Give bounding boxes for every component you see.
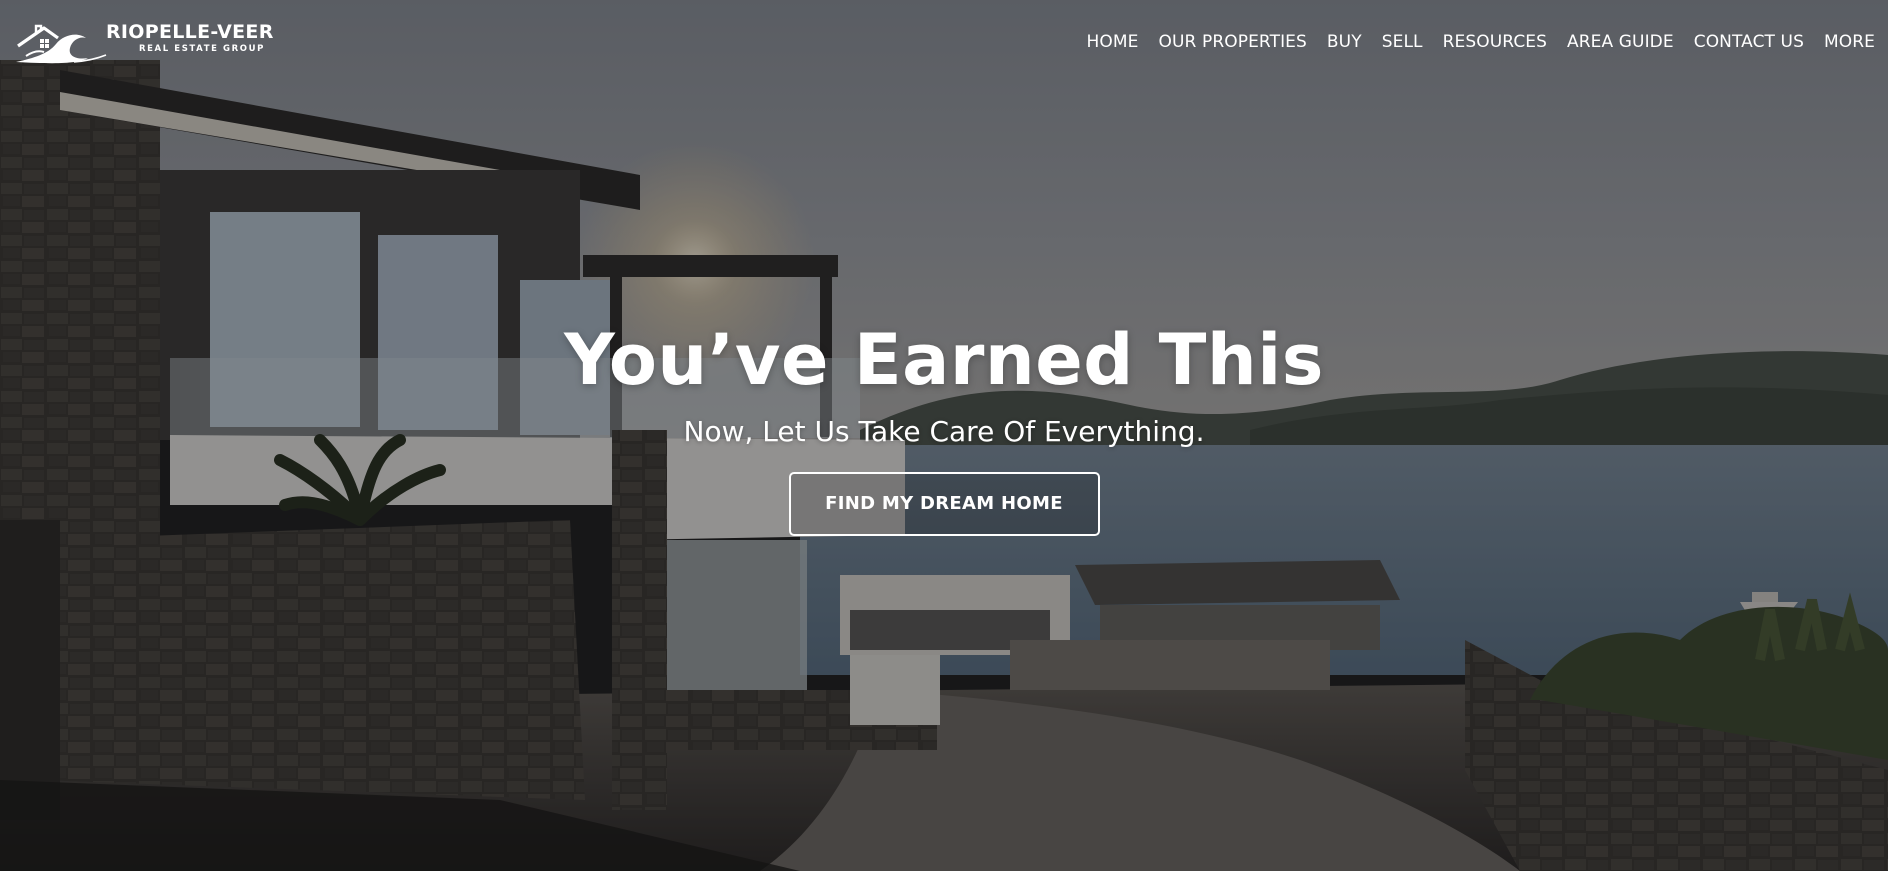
- nav-item-sell[interactable]: SELL: [1382, 31, 1423, 53]
- hero-subtitle: Now, Let Us Take Care Of Everything.: [683, 415, 1205, 448]
- find-my-dream-home-button[interactable]: FIND MY DREAM HOME: [788, 472, 1100, 536]
- hero-content: You’ve Earned This Now, Let Us Take Care…: [0, 318, 1888, 536]
- brand-text: RIOPELLE-VEER REAL ESTATE GROUP: [106, 21, 274, 55]
- nav-item-resources[interactable]: RESOURCES: [1443, 31, 1547, 53]
- nav-item-more[interactable]: MORE: [1824, 31, 1875, 53]
- brand-subtitle: REAL ESTATE GROUP: [139, 44, 265, 54]
- house-wave-logo-icon: [16, 24, 107, 64]
- main-navigation: HOME OUR PROPERTIES BUY SELL RESOURCES A…: [1067, 31, 1875, 53]
- nav-item-home[interactable]: HOME: [1087, 31, 1139, 53]
- hero-title: You’ve Earned This: [564, 319, 1324, 401]
- nav-item-buy[interactable]: BUY: [1327, 31, 1362, 53]
- brand-name: RIOPELLE-VEER: [106, 21, 274, 43]
- brand-logo[interactable]: RIOPELLE-VEER REAL ESTATE GROUP: [14, 18, 274, 66]
- site-header: RIOPELLE-VEER REAL ESTATE GROUP HOME OUR…: [0, 0, 1888, 86]
- nav-item-area-guide[interactable]: AREA GUIDE: [1567, 31, 1674, 53]
- hero-section: RIOPELLE-VEER REAL ESTATE GROUP HOME OUR…: [0, 0, 1888, 871]
- nav-item-our-properties[interactable]: OUR PROPERTIES: [1159, 31, 1307, 53]
- nav-item-contact-us[interactable]: CONTACT US: [1694, 31, 1804, 53]
